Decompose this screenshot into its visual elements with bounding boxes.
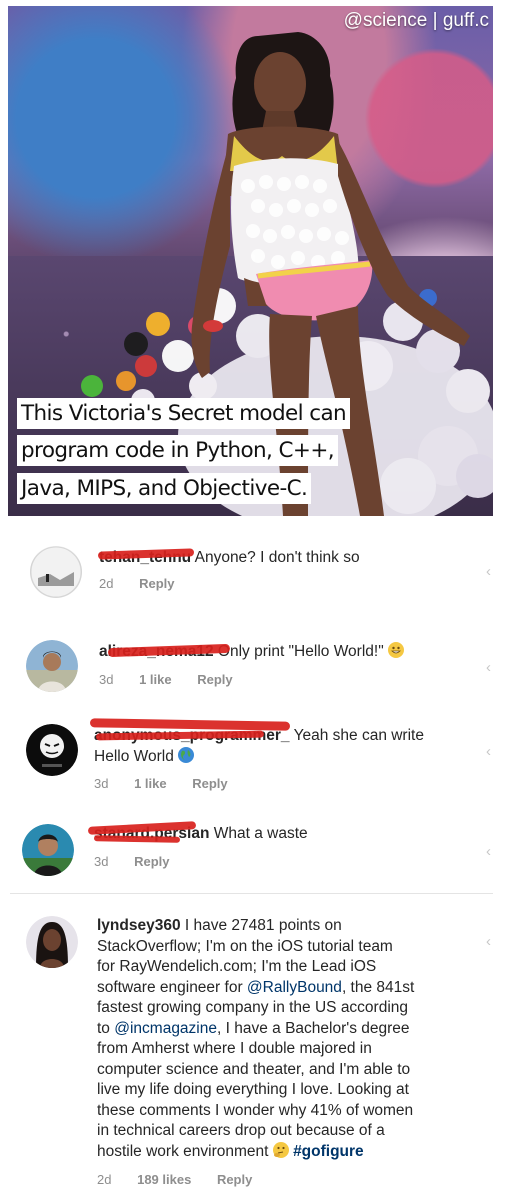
comment-time: 2d: [97, 1172, 112, 1187]
globe-emoji-icon: [178, 746, 195, 763]
comment-line-12: hostile work environment: [97, 1142, 273, 1160]
comment-line-11: in technical careers drop out because of…: [97, 1122, 385, 1139]
comment-time: 3d: [94, 854, 109, 869]
caption-line-1: This Victoria's Secret model can: [17, 398, 351, 429]
comment-time: 3d: [94, 776, 109, 791]
comment-meta: 3d 1 like Reply: [99, 672, 255, 687]
comment-username[interactable]: lyndsey360: [97, 917, 181, 934]
avatar-image: [22, 824, 74, 876]
avatar[interactable]: [26, 724, 78, 776]
avatar[interactable]: [30, 546, 82, 598]
comment-meta: 2d Reply: [99, 576, 197, 591]
comment-line-5: fastest growing company in the US accord…: [97, 999, 409, 1016]
comment-time: 2d: [99, 576, 114, 591]
comment-body-line-2: Hello World: [94, 747, 174, 765]
comment-text: lyndsey360 I have 27481 points on StackO…: [97, 916, 467, 1162]
mention-link[interactable]: @incmagazine: [114, 1020, 217, 1037]
comment-body: Anyone? I don't think so: [194, 549, 360, 566]
reply-link[interactable]: Reply: [197, 672, 232, 687]
chevron-left-icon[interactable]: ‹: [486, 844, 496, 860]
comment-meta: 3d Reply: [94, 854, 192, 869]
avatar-image: [26, 724, 78, 776]
comment-line-6b: , I have a Bachelor's degree: [217, 1019, 410, 1037]
comment-line-2: StackOverflow; I'm on the iOS tutorial t…: [97, 937, 393, 955]
comment-time: 3d: [99, 672, 114, 687]
comment-line-6: to: [97, 1019, 115, 1037]
comment-body: Yeah she can write: [293, 727, 424, 744]
hashtag-link[interactable]: #gofigure: [293, 1143, 364, 1160]
post-image[interactable]: @science | guff.c This Victoria's Secret…: [8, 6, 493, 516]
chevron-left-icon[interactable]: ‹: [486, 660, 496, 676]
avatar-image: [26, 916, 78, 968]
reply-link[interactable]: Reply: [217, 1172, 252, 1187]
mention-link[interactable]: @RallyBound: [247, 979, 342, 996]
avatar[interactable]: [22, 824, 74, 876]
comment-line-8: computer science and theater, and I'm ab…: [97, 1060, 411, 1078]
chevron-left-icon[interactable]: ‹: [486, 744, 496, 760]
comment-line-3: for RayWendelich.com; I'm the Lead iOS: [97, 958, 377, 975]
watermark-handle: @science | guff.c: [343, 10, 489, 31]
comment-divider: [10, 893, 493, 894]
comment-line-9: live my life doing everything I love. Lo…: [97, 1081, 409, 1098]
like-count[interactable]: 1 like: [134, 776, 167, 791]
thinking-emoji-icon: [272, 1141, 289, 1158]
grinning-emoji-icon: [388, 642, 405, 658]
like-count[interactable]: 1 like: [139, 672, 172, 687]
reply-link[interactable]: Reply: [139, 576, 174, 591]
reply-link[interactable]: Reply: [192, 776, 227, 791]
comment-meta: 3d 1 like Reply: [94, 776, 250, 791]
comment-line-4: software engineer for: [97, 978, 247, 996]
like-count[interactable]: 189 likes: [137, 1172, 191, 1187]
comment-line-10: these comments I wonder why 41% of women: [97, 1101, 414, 1119]
comment-line-1: I have 27481 points on: [184, 917, 342, 934]
chevron-left-icon[interactable]: ‹: [486, 934, 496, 950]
comment-body: Only print "Hello World!": [217, 643, 384, 660]
avatar[interactable]: [26, 916, 78, 968]
comment-line-4b: , the 841st: [341, 978, 415, 996]
comment-meta: 2d 189 likes Reply: [97, 1172, 274, 1187]
reply-link[interactable]: Reply: [134, 854, 169, 869]
caption-line-2: program code in Python, C++,: [17, 435, 338, 466]
avatar-image: [26, 640, 78, 692]
avatar-image: [30, 546, 82, 598]
chevron-left-icon[interactable]: ‹: [486, 564, 496, 580]
avatar[interactable]: [26, 640, 78, 692]
caption-line-3: Java, MIPS, and Objective-C.: [17, 473, 312, 504]
comment-line-7: from Amherst where I double majored in: [97, 1040, 372, 1057]
comment-body: What a waste: [213, 825, 308, 842]
